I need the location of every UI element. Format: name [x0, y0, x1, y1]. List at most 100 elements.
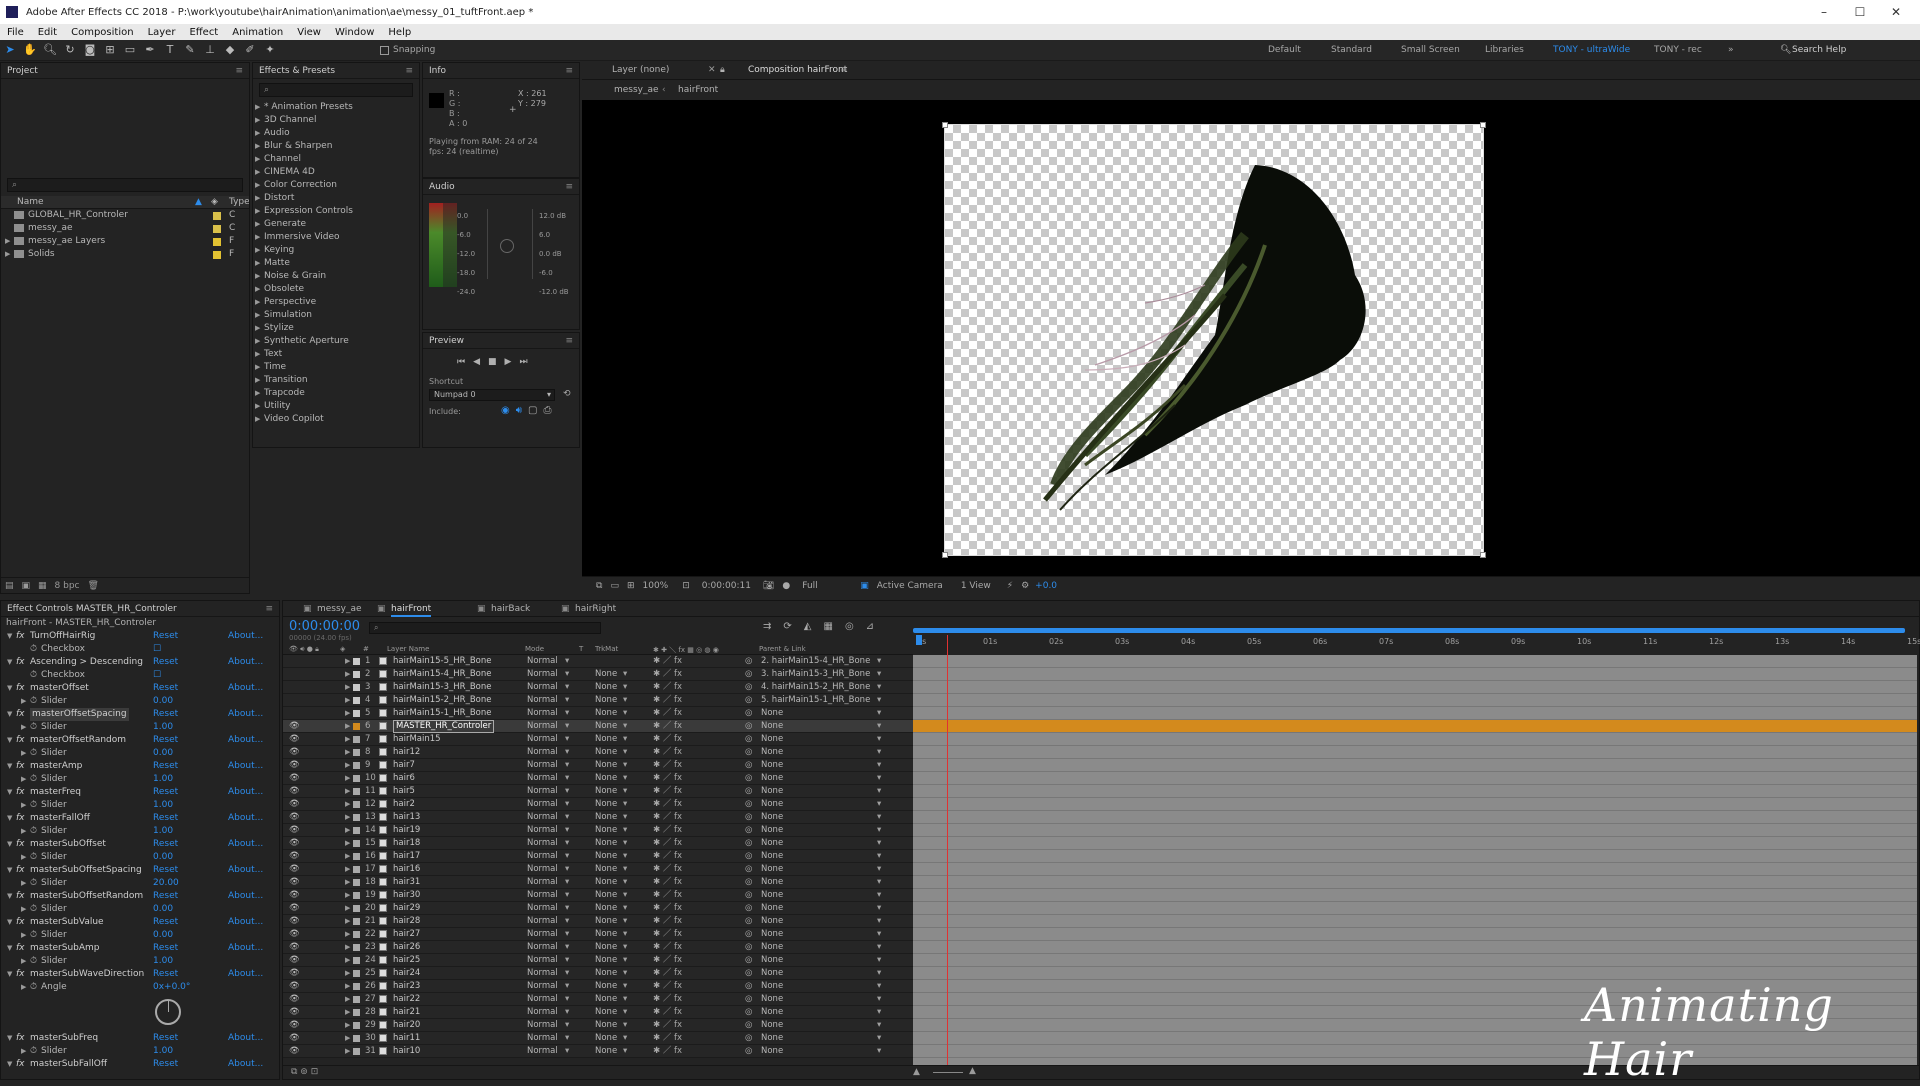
effects-category[interactable]: ▶ Immersive Video — [255, 231, 419, 244]
layer-trkmat[interactable]: None — [595, 681, 617, 694]
layer-blend-mode[interactable]: Normal — [527, 772, 558, 785]
label-color-swatch[interactable] — [353, 840, 360, 847]
trkmat-dropdown-icon[interactable]: ▾ — [623, 668, 627, 681]
layer-parent[interactable]: 4. hairMain15-2_HR_Bone — [761, 681, 870, 694]
workspace-tony-rec[interactable]: TONY - rec — [1654, 45, 1702, 55]
mode-dropdown-icon[interactable]: ▾ — [565, 980, 569, 993]
label-color-swatch[interactable] — [353, 736, 360, 743]
layer-row[interactable]: 👁︎ ▶ 9 hair7 Normal ▾ None ▾ ✱ ／ fx ◎ None ▾ — [283, 759, 1917, 772]
layer-blend-mode[interactable]: Normal — [527, 694, 558, 707]
expand-arrow-icon[interactable]: ▶ — [345, 785, 350, 798]
layer-row[interactable]: 👁︎ ▶ 19 hair30 Normal ▾ None ▾ ✱ ／ fx ◎ None ▾ — [283, 889, 1917, 902]
property-value[interactable]: 0.00 — [153, 747, 173, 760]
effect-reset-link[interactable]: Reset — [153, 656, 178, 669]
layer-trkmat[interactable]: None — [595, 876, 617, 889]
layer-trkmat[interactable]: None — [595, 668, 617, 681]
label-color-swatch[interactable] — [353, 775, 360, 782]
expand-arrow-icon[interactable]: ▶ — [255, 413, 264, 426]
parent-dropdown-icon[interactable]: ▾ — [877, 785, 881, 798]
effects-category[interactable]: ▶ Transition — [255, 374, 419, 387]
layer-trkmat[interactable]: None — [595, 720, 617, 733]
layer-switches[interactable]: ✱ ／ fx — [653, 759, 682, 772]
layer-switches[interactable]: ✱ ／ fx — [653, 655, 682, 668]
layer-duration-bar[interactable] — [913, 928, 1917, 941]
fx-badge-icon[interactable]: fx — [16, 786, 25, 799]
visibility-eye-icon[interactable]: 👁︎ — [289, 889, 300, 902]
bit-depth-label[interactable]: 8 bpc — [55, 581, 80, 591]
expand-arrow-icon[interactable]: ▶ — [255, 309, 264, 322]
effect-reset-link[interactable]: Reset — [153, 890, 178, 903]
effects-category[interactable]: ▶ Channel — [255, 153, 419, 166]
layer-name[interactable]: hair7 — [393, 759, 415, 772]
effect-about-link[interactable]: About... — [228, 916, 263, 929]
visibility-eye-icon[interactable]: 👁︎ — [289, 785, 300, 798]
pick-whip-icon[interactable]: ◎ — [745, 824, 752, 837]
pick-whip-icon[interactable]: ◎ — [745, 668, 752, 681]
parent-dropdown-icon[interactable]: ▾ — [877, 915, 881, 928]
effects-category[interactable]: ▶ Color Correction — [255, 179, 419, 192]
label-color-swatch[interactable] — [353, 762, 360, 769]
expand-arrow-icon[interactable]: ▶ — [345, 720, 350, 733]
mode-dropdown-icon[interactable]: ▾ — [565, 889, 569, 902]
project-item[interactable]: ▶ Solids F — [1, 248, 249, 261]
visibility-eye-icon[interactable]: 👁︎ — [289, 915, 300, 928]
collapse-arrow-icon[interactable]: ▼ — [7, 734, 16, 747]
layer-blend-mode[interactable]: Normal — [527, 928, 558, 941]
effect-about-link[interactable]: About... — [228, 656, 263, 669]
layer-name[interactable]: hairMain15-5_HR_Bone — [393, 655, 491, 668]
menu-effect[interactable]: Effect — [182, 27, 225, 38]
effect-reset-link[interactable]: Reset — [153, 1058, 178, 1071]
parent-dropdown-icon[interactable]: ▾ — [877, 876, 881, 889]
snapshot-icon[interactable]: 📷︎ — [763, 581, 774, 591]
layer-switches[interactable]: ✱ ／ fx — [653, 915, 682, 928]
layer-switches[interactable]: ✱ ／ fx — [653, 785, 682, 798]
label-color-swatch[interactable] — [353, 983, 360, 990]
parent-dropdown-icon[interactable]: ▾ — [877, 850, 881, 863]
workspace-standard[interactable]: Standard — [1331, 45, 1372, 55]
pick-whip-icon[interactable]: ◎ — [745, 1019, 752, 1032]
include-audio-icon[interactable]: 🔊︎ — [516, 405, 522, 416]
layer-name[interactable]: hairMain15-1_HR_Bone — [393, 707, 491, 720]
layer-parent[interactable]: None — [761, 720, 783, 733]
property-value[interactable]: 0.00 — [153, 929, 173, 942]
interpret-footage-icon[interactable]: ▤ — [5, 581, 14, 591]
mode-dropdown-icon[interactable]: ▾ — [565, 746, 569, 759]
collapse-arrow-icon[interactable]: ▼ — [7, 890, 16, 903]
parent-dropdown-icon[interactable]: ▾ — [877, 863, 881, 876]
trkmat-dropdown-icon[interactable]: ▾ — [623, 811, 627, 824]
effect-name[interactable]: masterOffset — [30, 682, 89, 695]
workspace-tony-ultrawide[interactable]: TONY - ultraWide — [1553, 45, 1630, 55]
visibility-eye-icon[interactable]: 👁︎ — [289, 798, 300, 811]
expand-arrow-icon[interactable]: ▶ — [21, 981, 30, 994]
label-color-swatch[interactable] — [353, 892, 360, 899]
label-color-swatch[interactable] — [353, 684, 360, 691]
layer-switches[interactable]: ✱ ／ fx — [653, 798, 682, 811]
stopwatch-icon[interactable]: ⏱ — [30, 851, 37, 864]
layer-blend-mode[interactable]: Normal — [527, 889, 558, 902]
viewer-timecode[interactable]: 0:00:00:11 — [702, 581, 751, 591]
more-workspaces-icon[interactable]: » — [1728, 45, 1734, 55]
trkmat-dropdown-icon[interactable]: ▾ — [623, 850, 627, 863]
region-of-interest-icon[interactable]: ▣ — [860, 581, 869, 591]
effect-name[interactable]: masterSubAmp — [30, 942, 100, 955]
pan-behind-tool-icon[interactable]: ⊞ — [103, 43, 117, 57]
layer-name[interactable]: hair28 — [393, 915, 420, 928]
layer-name[interactable]: hair31 — [393, 876, 420, 889]
stopwatch-icon[interactable]: ⏱ — [30, 955, 37, 968]
layer-parent[interactable]: None — [761, 928, 783, 941]
layer-row[interactable]: ▶ 4 hairMain15-2_HR_Bone Normal ▾ None ▾ ✱ ／ fx… — [283, 694, 1917, 707]
visibility-eye-icon[interactable]: 👁︎ — [289, 967, 300, 980]
parent-dropdown-icon[interactable]: ▾ — [877, 655, 881, 668]
layer-blend-mode[interactable]: Normal — [527, 720, 558, 733]
trkmat-dropdown-icon[interactable]: ▾ — [623, 876, 627, 889]
effects-category[interactable]: ▶ Text — [255, 348, 419, 361]
layer-duration-bar[interactable] — [913, 655, 1917, 668]
parent-dropdown-icon[interactable]: ▾ — [877, 967, 881, 980]
label-color-swatch[interactable] — [353, 723, 360, 730]
effect-about-link[interactable]: About... — [228, 942, 263, 955]
flowchart-icon[interactable]: ⚙︎ — [1021, 581, 1029, 591]
project-item[interactable]: GLOBAL_HR_Controler C — [1, 209, 249, 222]
layer-trkmat[interactable]: None — [595, 980, 617, 993]
property-value[interactable]: 0x+0.0° — [153, 981, 190, 994]
layer-trkmat[interactable]: None — [595, 889, 617, 902]
